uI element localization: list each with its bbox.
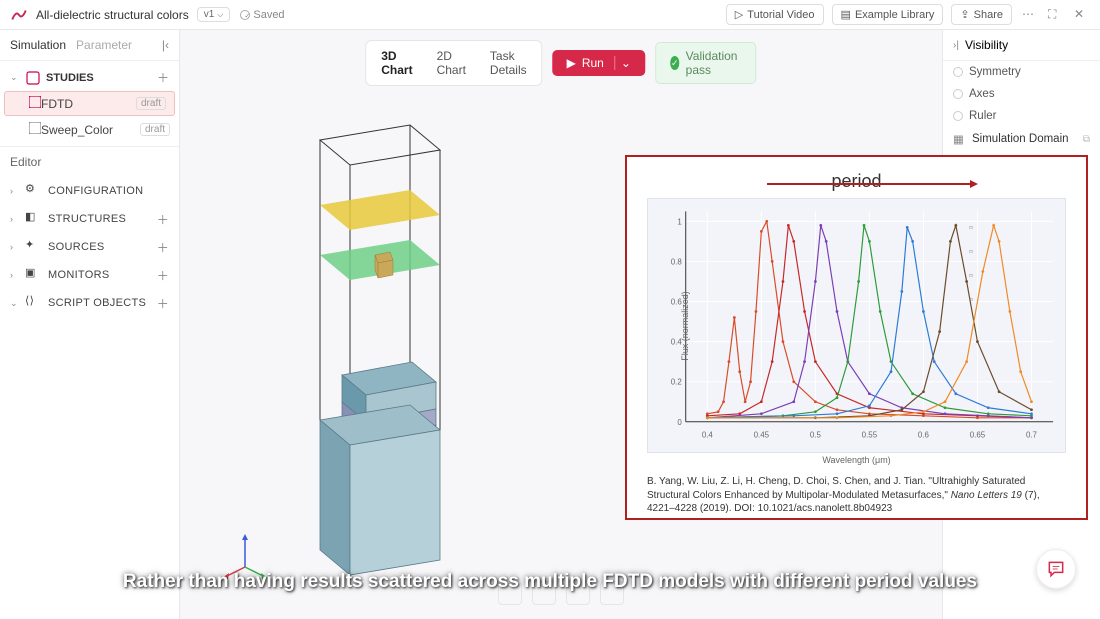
svg-text:0.5: 0.5 xyxy=(810,431,822,440)
add-structure-icon[interactable]: ＋ xyxy=(157,211,169,228)
left-panel: Simulation Parameter |‹ ⌄ STUDIES ＋ FDTD… xyxy=(0,30,180,619)
editor-header: Editor xyxy=(0,146,179,177)
reference-overlay: period Flux (normalized) 0.4 0.45 0.5 0.55 0… xyxy=(625,155,1088,520)
vis-ruler[interactable]: Ruler xyxy=(943,105,1100,127)
play-icon: ▶ xyxy=(567,56,576,70)
cube-icon: ▫ xyxy=(969,294,983,308)
chevron-down-icon: ⌄ xyxy=(10,72,20,83)
view-tool-icon[interactable] xyxy=(600,581,624,605)
section-sources[interactable]: ›✦SOURCES＋ xyxy=(0,233,179,261)
add-source-icon[interactable]: ＋ xyxy=(157,239,169,256)
share-button[interactable]: ⇪Share xyxy=(951,4,1012,25)
status-badge: draft xyxy=(136,97,166,110)
add-monitor-icon[interactable]: ＋ xyxy=(157,267,169,284)
app-logo-icon xyxy=(10,6,28,24)
example-library-button[interactable]: ▤Example Library xyxy=(832,4,944,25)
run-button[interactable]: ▶Run⌄ xyxy=(553,50,645,76)
svg-text:0.2: 0.2 xyxy=(671,378,683,387)
view-tool-icon[interactable] xyxy=(498,581,522,605)
x-axis-label: Wavelength (μm) xyxy=(647,455,1066,465)
tab-task-details[interactable]: Task Details xyxy=(478,44,539,82)
tab-3d-chart[interactable]: 3D Chart xyxy=(369,44,424,82)
tab-parameter[interactable]: Parameter xyxy=(76,38,132,52)
visibility-title: Visibility xyxy=(965,38,1008,52)
tab-simulation[interactable]: Simulation xyxy=(10,38,66,52)
arrow-right-icon xyxy=(767,183,976,185)
study-item-fdtd[interactable]: FDTD draft xyxy=(4,91,175,116)
collapse-panel-icon[interactable]: |‹ xyxy=(162,38,169,52)
fdtd-icon xyxy=(29,96,41,111)
section-configuration[interactable]: ›⚙CONFIGURATION xyxy=(0,177,179,205)
structures-icon: ◧ xyxy=(25,210,43,228)
citation-text: B. Yang, W. Liu, Z. Li, H. Cheng, D. Cho… xyxy=(647,475,1066,516)
svg-text:0.45: 0.45 xyxy=(754,431,770,440)
study-item-sweep[interactable]: Sweep_Color draft xyxy=(0,117,179,142)
config-icon: ⚙ xyxy=(25,182,43,200)
chart-title: period xyxy=(831,171,881,191)
view-tool-icon[interactable] xyxy=(532,581,556,605)
add-study-icon[interactable]: ＋ xyxy=(157,69,169,86)
validation-badge: ✓Validation pass xyxy=(655,42,757,84)
check-icon: ✓ xyxy=(670,56,680,70)
monitors-icon: ▣ xyxy=(25,266,43,284)
svg-text:0.65: 0.65 xyxy=(970,431,986,440)
tutorial-video-button[interactable]: ▷Tutorial Video xyxy=(726,4,824,25)
y-axis-label: Flux (normalized) xyxy=(680,291,690,361)
chat-icon xyxy=(1046,559,1066,579)
svg-text:0: 0 xyxy=(677,418,682,427)
view-tool-icon[interactable] xyxy=(566,581,590,605)
add-script-icon[interactable]: ＋ xyxy=(157,295,169,312)
tab-2d-chart[interactable]: 2D Chart xyxy=(425,44,478,82)
spectrum-chart: Flux (normalized) 0.4 0.45 0.5 0.55 0.6 0.65 0… xyxy=(647,198,1066,453)
book-icon: ▤ xyxy=(841,8,851,21)
play-icon: ▷ xyxy=(735,8,743,21)
svg-text:0.7: 0.7 xyxy=(1026,431,1038,440)
viewport-bottom-tools xyxy=(498,581,624,605)
chart-canvas: 0.40.450.50.550.60.650.700.20.40.60.81 xyxy=(648,199,1065,452)
doc-title: All-dielectric structural colors xyxy=(36,8,189,22)
saved-status: ✓Saved xyxy=(240,9,284,21)
domain-icon: ▦ xyxy=(953,132,967,146)
cube-icon: ▫ xyxy=(969,270,983,284)
sweep-icon xyxy=(29,122,41,137)
svg-text:0.4: 0.4 xyxy=(702,431,714,440)
section-structures[interactable]: ›◧STRUCTURES＋ xyxy=(0,205,179,233)
studies-icon xyxy=(25,70,41,86)
vis-axes[interactable]: Axes xyxy=(943,83,1100,105)
close-icon[interactable]: ✕ xyxy=(1074,7,1090,23)
chevron-right-icon[interactable]: ›| xyxy=(953,40,959,51)
axis-gizmo-icon[interactable] xyxy=(220,529,270,579)
vis-symmetry[interactable]: Symmetry xyxy=(943,61,1100,83)
expand-icon[interactable]: ⛶ xyxy=(1048,7,1064,23)
external-icon[interactable]: ⧉ xyxy=(1083,134,1090,145)
version-pill[interactable]: v1⌵ xyxy=(197,7,231,22)
vis-simulation-domain[interactable]: ▦Simulation Domain⧉ xyxy=(943,127,1100,151)
sources-icon: ✦ xyxy=(25,238,43,256)
simulation-3d-model[interactable] xyxy=(280,110,480,590)
more-icon[interactable]: ⋯ xyxy=(1022,7,1038,23)
script-icon: ⟨⟩ xyxy=(25,294,43,312)
section-script-objects[interactable]: ⌄⟨⟩SCRIPT OBJECTS＋ xyxy=(0,289,179,317)
cube-icon: ▫ xyxy=(969,222,983,236)
share-icon: ⇪ xyxy=(960,8,969,21)
chat-fab[interactable] xyxy=(1036,549,1076,589)
svg-text:0.55: 0.55 xyxy=(862,431,878,440)
svg-text:0.8: 0.8 xyxy=(671,257,683,266)
section-monitors[interactable]: ›▣MONITORS＋ xyxy=(0,261,179,289)
chevron-down-icon[interactable]: ⌄ xyxy=(614,56,631,70)
viewport[interactable]: 3D Chart 2D Chart Task Details ▶Run⌄ ✓Va… xyxy=(180,30,942,619)
svg-text:0.6: 0.6 xyxy=(918,431,930,440)
top-bar: All-dielectric structural colors v1⌵ ✓Sa… xyxy=(0,0,1100,30)
studies-header[interactable]: ⌄ STUDIES ＋ xyxy=(0,65,179,90)
viewport-toolbar: 3D Chart 2D Chart Task Details ▶Run⌄ ✓Va… xyxy=(365,40,756,86)
cube-icon: ▫ xyxy=(969,246,983,260)
status-badge: draft xyxy=(140,123,170,136)
svg-text:1: 1 xyxy=(677,217,682,226)
